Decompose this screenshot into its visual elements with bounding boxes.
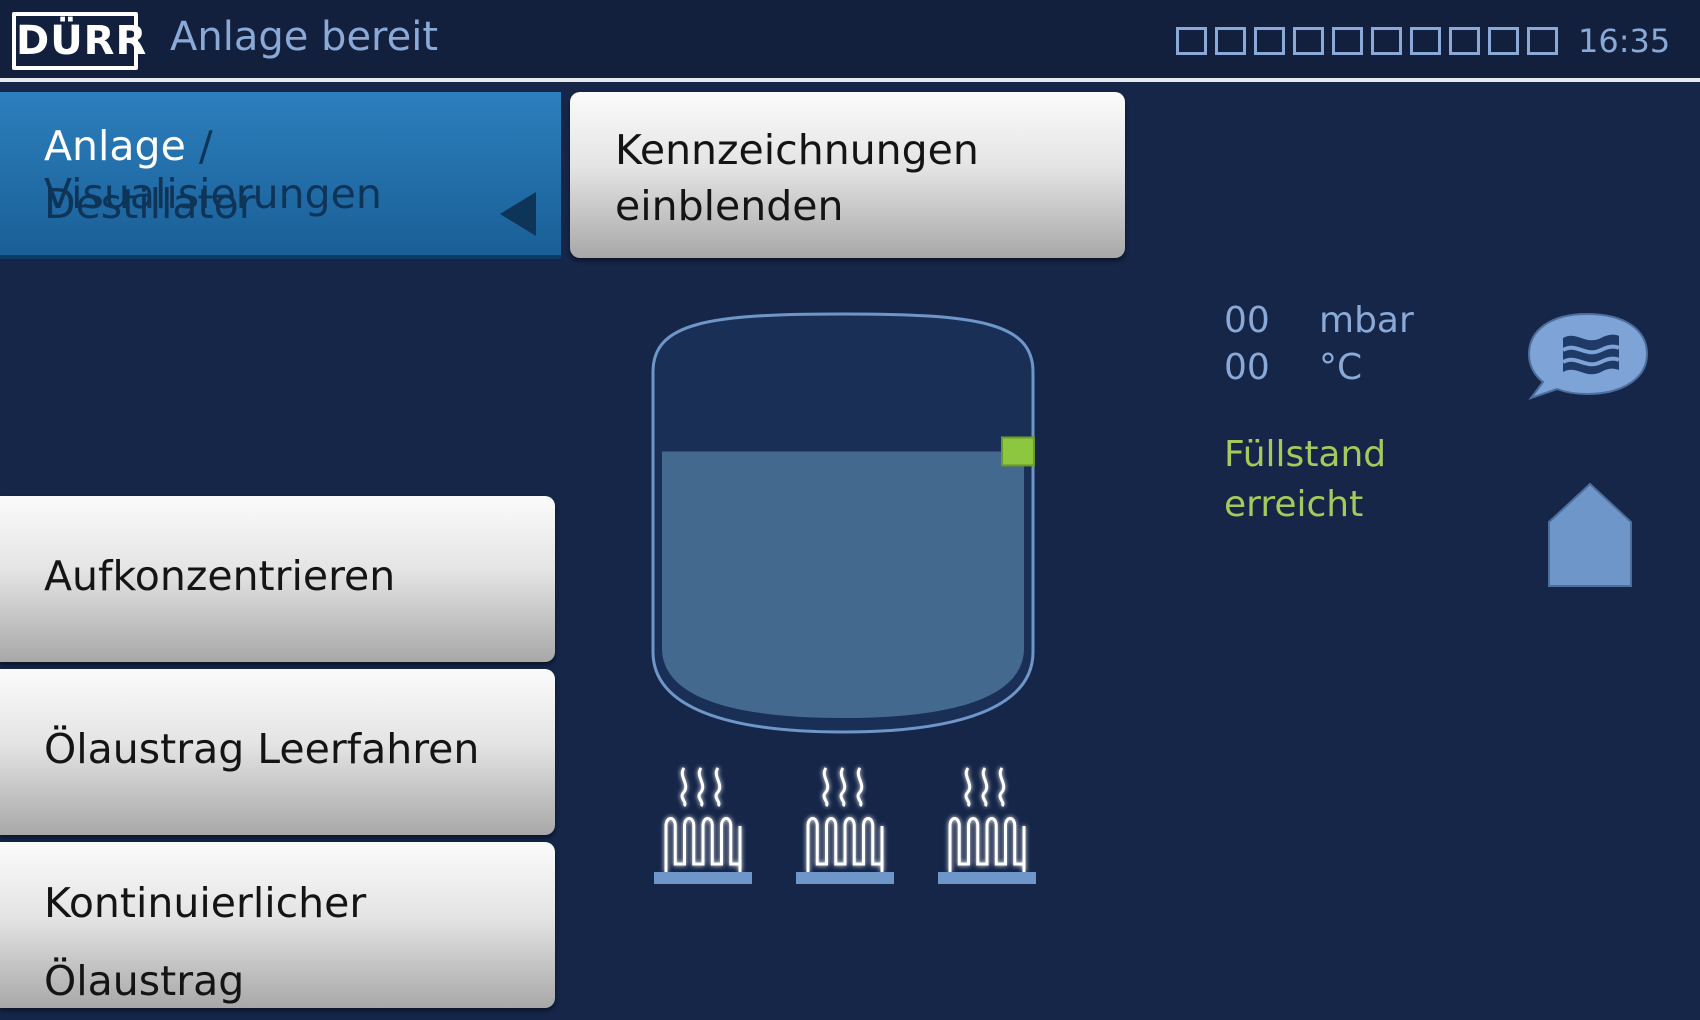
level-sensor-indicator	[1001, 436, 1035, 467]
clock: 16:35	[1578, 22, 1671, 60]
back-arrow-icon[interactable]	[500, 192, 536, 236]
progress-segment	[1176, 27, 1207, 55]
progress-segment	[1371, 27, 1402, 55]
heater-base	[654, 872, 752, 884]
progress-segment	[1527, 27, 1558, 55]
pressure-unit: mbar	[1319, 300, 1414, 341]
progress-indicator	[1176, 27, 1558, 55]
heater-coil	[806, 817, 884, 872]
progress-segment	[1332, 27, 1363, 55]
breadcrumb-root: Anlage	[44, 122, 186, 170]
plant-status-text: Anlage bereit	[170, 14, 439, 60]
steam-wave	[680, 767, 688, 808]
steam-wave	[981, 767, 989, 808]
temperature-unit: °C	[1319, 347, 1363, 388]
duerr-logo: DÜRR	[12, 12, 146, 70]
pressure-value: 00	[1224, 300, 1270, 341]
fill-level-status-line1: Füllstand	[1224, 434, 1387, 475]
header-bar: DÜRR Anlage bereit 16:35	[0, 0, 1700, 82]
heater-icon	[806, 767, 884, 872]
heater-icon	[948, 767, 1026, 872]
concentrate-button[interactable]: Aufkonzentrieren	[0, 496, 555, 662]
continuous-oil-discharge-label-line2: Ölaustrag	[44, 957, 245, 1005]
progress-segment	[1488, 27, 1519, 55]
steam-wave	[856, 767, 864, 808]
breadcrumb-separator: /	[198, 122, 213, 170]
oil-discharge-empty-label: Ölaustrag Leerfahren	[44, 725, 480, 773]
continuous-oil-discharge-button[interactable]: Kontinuierlicher Ölaustrag	[0, 842, 555, 1008]
heater-base	[796, 872, 894, 884]
breadcrumb[interactable]: Anlage / Visualisierungen Destillator	[0, 92, 561, 259]
oil-discharge-empty-button[interactable]: Ölaustrag Leerfahren	[0, 669, 555, 835]
steam-wave	[714, 767, 722, 808]
tank-liquid	[662, 451, 1024, 718]
heater-row	[654, 767, 1036, 884]
chat-bubble-icon[interactable]	[1525, 310, 1650, 402]
steam-wave	[964, 767, 972, 808]
breadcrumb-page: Destillator	[44, 180, 256, 228]
distiller-tank	[651, 312, 1035, 734]
show-labels-label-line2: einblenden	[615, 182, 844, 230]
steam-wave	[697, 767, 705, 808]
show-labels-button[interactable]: Kennzeichnungen einblenden	[570, 92, 1125, 258]
progress-segment	[1410, 27, 1441, 55]
continuous-oil-discharge-label-line1: Kontinuierlicher	[44, 879, 367, 927]
progress-segment	[1215, 27, 1246, 55]
steam-wave	[839, 767, 847, 808]
fill-level-status-line2: erreicht	[1224, 484, 1364, 525]
show-labels-label-line1: Kennzeichnungen	[615, 126, 979, 174]
progress-segment	[1293, 27, 1324, 55]
steam-wave	[822, 767, 830, 808]
temperature-value: 00	[1224, 347, 1270, 388]
fill-level-status: Füllstand erreicht	[1224, 430, 1386, 530]
steam-wave	[998, 767, 1006, 808]
heater-icon	[664, 767, 742, 872]
concentrate-label: Aufkonzentrieren	[44, 552, 396, 600]
heater-coil	[664, 817, 742, 872]
heater-coil	[948, 817, 1026, 872]
home-icon[interactable]	[1545, 480, 1635, 590]
progress-segment	[1254, 27, 1285, 55]
heater-base	[938, 872, 1036, 884]
progress-segment	[1449, 27, 1480, 55]
